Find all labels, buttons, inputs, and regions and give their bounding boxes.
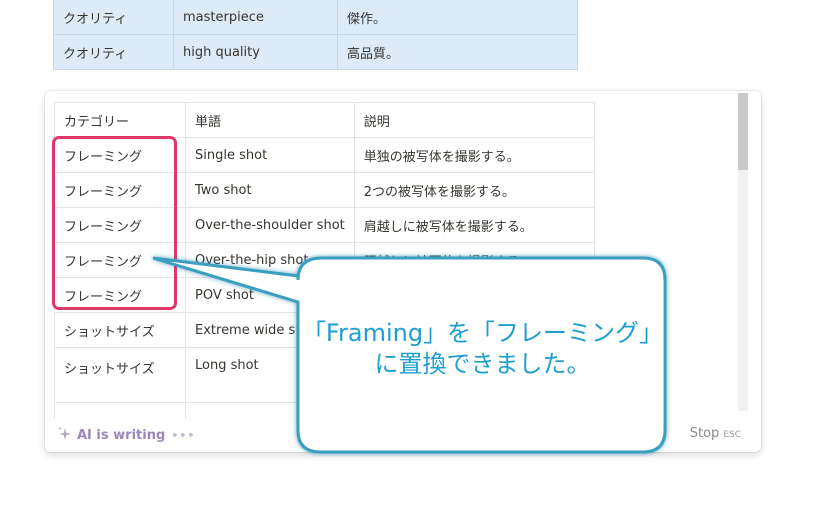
callout-bubble (152, 256, 667, 454)
callout-text: 「Framing」を「フレーミング」 に置換できました。 (300, 318, 665, 380)
callout-line-2: に置換できました。 (374, 350, 591, 378)
callout-line-1: 「Framing」を「フレーミング」 (301, 319, 664, 347)
